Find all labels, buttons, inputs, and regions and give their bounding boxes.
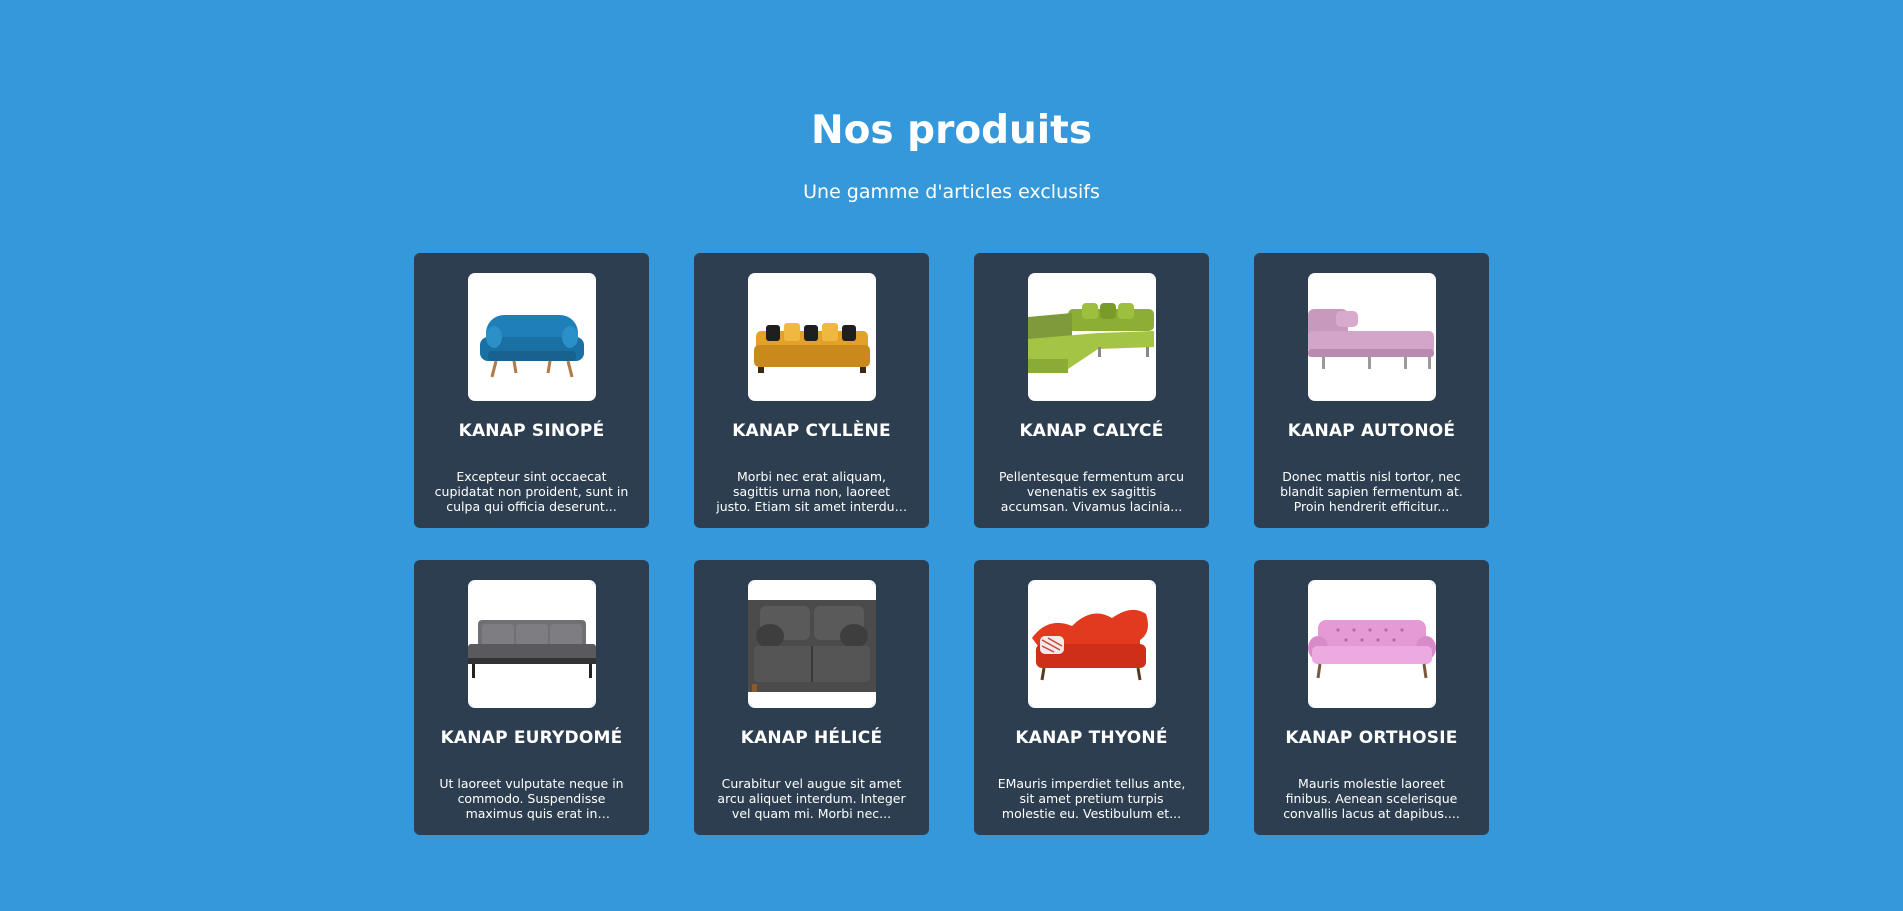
product-image[interactable] — [748, 273, 876, 401]
sofa-dark-grey-icon — [748, 600, 876, 692]
sofa-grey-icon — [468, 620, 596, 678]
product-image[interactable] — [1308, 580, 1436, 708]
product-name: KANAP CALYCÉ — [1019, 421, 1164, 441]
product-description: Curabitur vel augue sit amet arcu alique… — [717, 776, 906, 821]
product-name: KANAP CYLLÈNE — [732, 421, 891, 441]
sofa-red-icon — [1032, 609, 1148, 681]
product-description: Donec mattis nisl tortor, nec blandit sa… — [1280, 469, 1463, 514]
product-description: Mauris molestie laoreet finibus. Aenean … — [1283, 776, 1460, 821]
product-description: Morbi nec erat aliquam, sagittis urna no… — [716, 469, 907, 514]
product-card-autonoe[interactable]: KANAP AUTONOÉ Donec mattis nisl tortor, … — [1254, 253, 1489, 528]
sofa-green-icon — [1028, 303, 1154, 373]
sofa-pink-icon — [1308, 309, 1434, 369]
product-description: Excepteur sint occaecat cupidatat non pr… — [434, 469, 629, 514]
page-title: Nos produits — [810, 108, 1093, 153]
product-name: KANAP EURYDOMÉ — [440, 728, 623, 748]
sofa-blue-icon — [480, 315, 584, 378]
page-subtitle: Une gamme d'articles exclusifs — [803, 181, 1100, 203]
products-page: Nos produits Une gamme d'articles exclus… — [0, 0, 1903, 911]
product-name: KANAP HÉLICÉ — [740, 728, 883, 748]
product-image[interactable] — [1308, 273, 1436, 401]
sofa-pink-tufted-icon — [1308, 620, 1436, 679]
product-card-orthosie[interactable]: KANAP ORTHOSIE Mauris molestie laoreet f… — [1254, 560, 1489, 835]
product-card-helice[interactable]: KANAP HÉLICÉ Curabitur vel augue sit ame… — [694, 560, 929, 835]
product-image[interactable] — [748, 580, 876, 708]
product-image[interactable] — [1028, 273, 1156, 401]
product-name: KANAP THYONÉ — [1015, 728, 1168, 748]
product-name: KANAP AUTONOÉ — [1287, 421, 1456, 441]
product-card-sinope[interactable]: KANAP SINOPÉ Excepteur sint occaecat cup… — [414, 253, 649, 528]
product-image[interactable] — [468, 273, 596, 401]
product-name: KANAP ORTHOSIE — [1285, 728, 1458, 748]
product-card-eurydome[interactable]: KANAP EURYDOMÉ Ut laoreet vulputate nequ… — [414, 560, 649, 835]
product-card-calyce[interactable]: KANAP CALYCÉ Pellentesque fermentum arcu… — [974, 253, 1209, 528]
product-card-thyone[interactable]: KANAP THYONÉ EMauris imperdiet tellus an… — [974, 560, 1209, 835]
sofa-yellow-icon — [754, 323, 870, 373]
product-description: Pellentesque fermentum arcu venenatis ex… — [998, 469, 1185, 514]
product-card-cyllene[interactable]: KANAP CYLLÈNE Morbi nec erat aliquam, sa… — [694, 253, 929, 528]
product-description: EMauris imperdiet tellus ante, sit amet … — [997, 776, 1186, 821]
product-description: Ut laoreet vulputate neque in commodo. S… — [439, 776, 624, 821]
product-image[interactable] — [468, 580, 596, 708]
product-grid: KANAP SINOPÉ Excepteur sint occaecat cup… — [414, 253, 1489, 835]
product-image[interactable] — [1028, 580, 1156, 708]
product-name: KANAP SINOPÉ — [458, 421, 605, 441]
